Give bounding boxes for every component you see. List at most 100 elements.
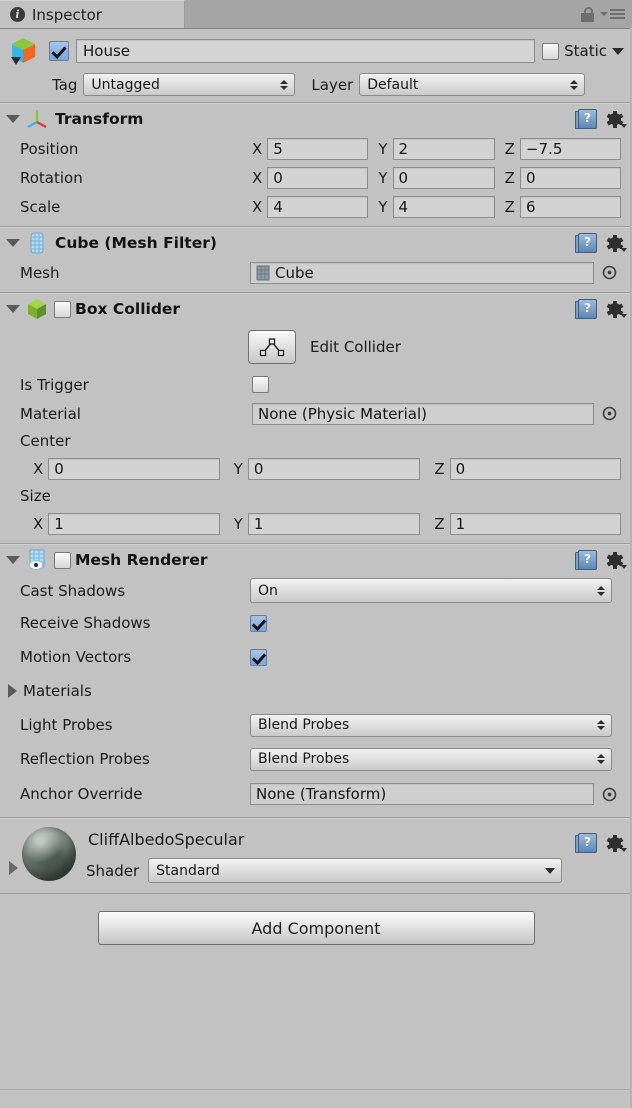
transform-foldout-icon[interactable]: [6, 115, 20, 123]
cast-shadows-value: On: [258, 582, 278, 599]
hamburger-menu-icon[interactable]: [600, 9, 625, 19]
size-z-input[interactable]: 1: [449, 512, 622, 535]
tab-inspector[interactable]: i Inspector: [0, 0, 185, 28]
object-picker-icon[interactable]: [594, 265, 624, 280]
anchor-override-object-field[interactable]: None (Transform): [250, 783, 594, 805]
static-dropdown-icon[interactable]: [612, 47, 624, 55]
component-transform: Transform Position X 5 Y 2 Z −7.5 Rotati…: [0, 103, 632, 227]
lock-icon[interactable]: [581, 6, 594, 22]
tag-value: Untagged: [91, 76, 160, 93]
layer-dropdown[interactable]: Default: [359, 73, 586, 96]
rotation-x-input[interactable]: 0: [267, 166, 369, 189]
materials-row[interactable]: Materials: [0, 674, 632, 708]
position-y-input[interactable]: 2: [392, 137, 495, 160]
gameobject-header: House Static Tag Untagged Layer Default: [0, 29, 632, 103]
settings-gear-icon[interactable]: [606, 234, 627, 252]
box-collider-header[interactable]: Box Collider: [0, 294, 632, 324]
size-y-input[interactable]: 1: [247, 512, 421, 535]
shader-value: Standard: [156, 862, 220, 879]
component-mesh-renderer: Mesh Renderer Cast Shadows On Receive Sh…: [0, 544, 632, 818]
transform-position-row: Position X 5 Y 2 Z −7.5: [0, 134, 632, 163]
axis-label-x: X: [252, 139, 263, 158]
motion-vectors-checkbox[interactable]: [250, 648, 267, 666]
collider-size-row: X 1 Y 1 Z 1: [0, 509, 632, 538]
settings-gear-icon[interactable]: [606, 300, 627, 318]
mesh-filter-header[interactable]: Cube (Mesh Filter): [0, 228, 632, 258]
size-label-row: Size: [0, 483, 632, 509]
gameobject-cube-icon[interactable]: [8, 35, 42, 67]
tab-inspector-label: Inspector: [32, 5, 102, 24]
mesh-filter-foldout-icon[interactable]: [6, 239, 20, 247]
rotation-label: Rotation: [20, 168, 83, 187]
light-probes-label: Light Probes: [20, 716, 113, 734]
shader-row: Shader Standard: [86, 858, 624, 883]
light-probes-dropdown[interactable]: Blend Probes: [250, 713, 612, 737]
settings-gear-icon[interactable]: [606, 834, 627, 852]
scale-z-input[interactable]: 6: [519, 195, 621, 218]
object-picker-icon[interactable]: [594, 787, 624, 802]
static-control: Static: [542, 42, 624, 60]
tag-layer-row: Tag Untagged Layer Default: [8, 73, 624, 96]
center-x-input[interactable]: 0: [48, 457, 220, 480]
scale-y-input[interactable]: 4: [392, 195, 495, 218]
help-book-icon[interactable]: [575, 833, 597, 853]
axis-label-y: Y: [378, 168, 388, 187]
settings-gear-icon[interactable]: [606, 110, 627, 128]
box-collider-foldout-icon[interactable]: [6, 305, 20, 313]
help-book-icon[interactable]: [575, 550, 597, 570]
transform-scale-row: Scale X 4 Y 4 Z 6: [0, 192, 632, 221]
size-label: Size: [20, 487, 51, 505]
box-collider-enabled-checkbox[interactable]: [54, 300, 71, 318]
info-icon: i: [10, 7, 25, 22]
material-sphere-preview: [22, 827, 76, 881]
scale-label: Scale: [20, 197, 61, 216]
transform-header[interactable]: Transform: [0, 104, 632, 134]
center-y-input[interactable]: 0: [247, 457, 421, 480]
box-collider-header-actions: [575, 299, 627, 319]
position-x-input[interactable]: 5: [267, 137, 369, 160]
mesh-filter-title: Cube (Mesh Filter): [55, 234, 217, 252]
help-book-icon[interactable]: [575, 109, 597, 129]
rotation-z-input[interactable]: 0: [519, 166, 621, 189]
cast-shadows-dropdown[interactable]: On: [250, 578, 612, 603]
static-checkbox[interactable]: [542, 42, 560, 60]
position-z-input[interactable]: −7.5: [519, 137, 621, 160]
help-book-icon[interactable]: [575, 299, 597, 319]
size-x-input[interactable]: 1: [48, 512, 220, 535]
object-picker-icon[interactable]: [594, 406, 624, 421]
scale-x-input[interactable]: 4: [267, 195, 369, 218]
mesh-object-field[interactable]: Cube: [250, 261, 594, 284]
receive-shadows-checkbox[interactable]: [250, 614, 267, 632]
center-label: Center: [20, 432, 71, 450]
anchor-override-row: Anchor Override None (Transform): [0, 776, 632, 812]
physic-material-object-field[interactable]: None (Physic Material): [252, 402, 594, 425]
materials-foldout-icon[interactable]: [8, 684, 17, 698]
material-header-actions: [575, 833, 627, 853]
add-component-button[interactable]: Add Component: [97, 911, 535, 945]
mesh-asset-icon: [256, 265, 270, 281]
shader-dropdown[interactable]: Standard: [148, 858, 563, 883]
material-label: Material: [20, 404, 81, 423]
mesh-renderer-enabled-checkbox[interactable]: [54, 551, 71, 569]
mesh-renderer-foldout-icon[interactable]: [6, 556, 20, 564]
gameobject-name-row: House Static: [8, 35, 624, 67]
axis-label-y: Y: [378, 139, 388, 158]
edit-collider-icon: [259, 338, 285, 357]
reflection-probes-dropdown[interactable]: Blend Probes: [250, 747, 612, 771]
material-foldout-icon[interactable]: [9, 861, 18, 875]
tag-dropdown[interactable]: Untagged: [83, 73, 296, 96]
is-trigger-checkbox[interactable]: [252, 376, 269, 393]
mesh-renderer-title: Mesh Renderer: [75, 551, 208, 569]
mesh-renderer-header[interactable]: Mesh Renderer: [0, 545, 632, 575]
settings-gear-icon[interactable]: [606, 551, 627, 569]
help-book-icon[interactable]: [575, 233, 597, 253]
light-probes-row: Light Probes Blend Probes: [0, 708, 632, 742]
center-z-input[interactable]: 0: [449, 457, 622, 480]
light-probes-value: Blend Probes: [258, 717, 350, 733]
gameobject-name-input[interactable]: House: [76, 39, 536, 63]
rotation-y-input[interactable]: 0: [392, 166, 495, 189]
gameobject-enabled-checkbox[interactable]: [49, 41, 69, 61]
edit-collider-button[interactable]: [248, 330, 296, 364]
receive-shadows-label: Receive Shadows: [20, 614, 151, 632]
box-collider-icon: [25, 297, 49, 321]
